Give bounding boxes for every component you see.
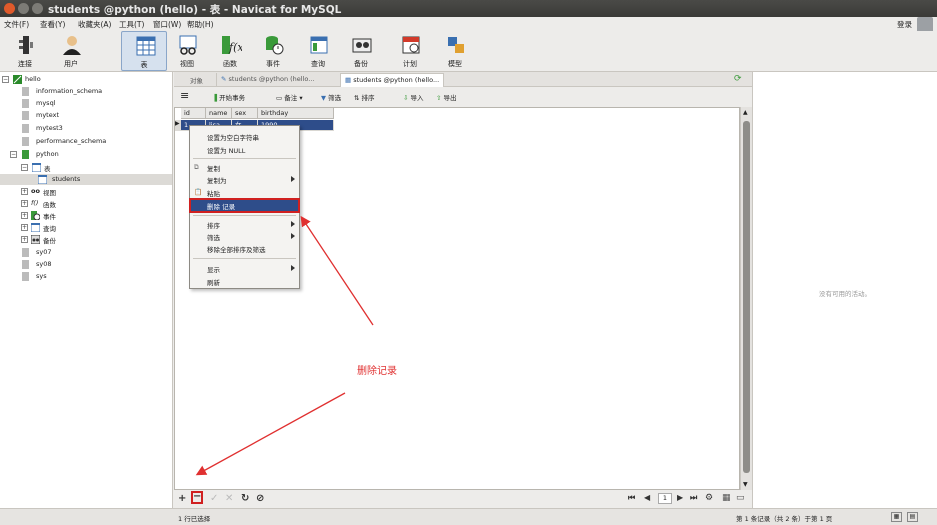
annotation-label: 删除记录 (357, 366, 397, 377)
annotation-arrow-to-button (195, 392, 346, 476)
annotation-arrows (195, 215, 374, 476)
annotation-arrow-to-menu (300, 215, 374, 326)
